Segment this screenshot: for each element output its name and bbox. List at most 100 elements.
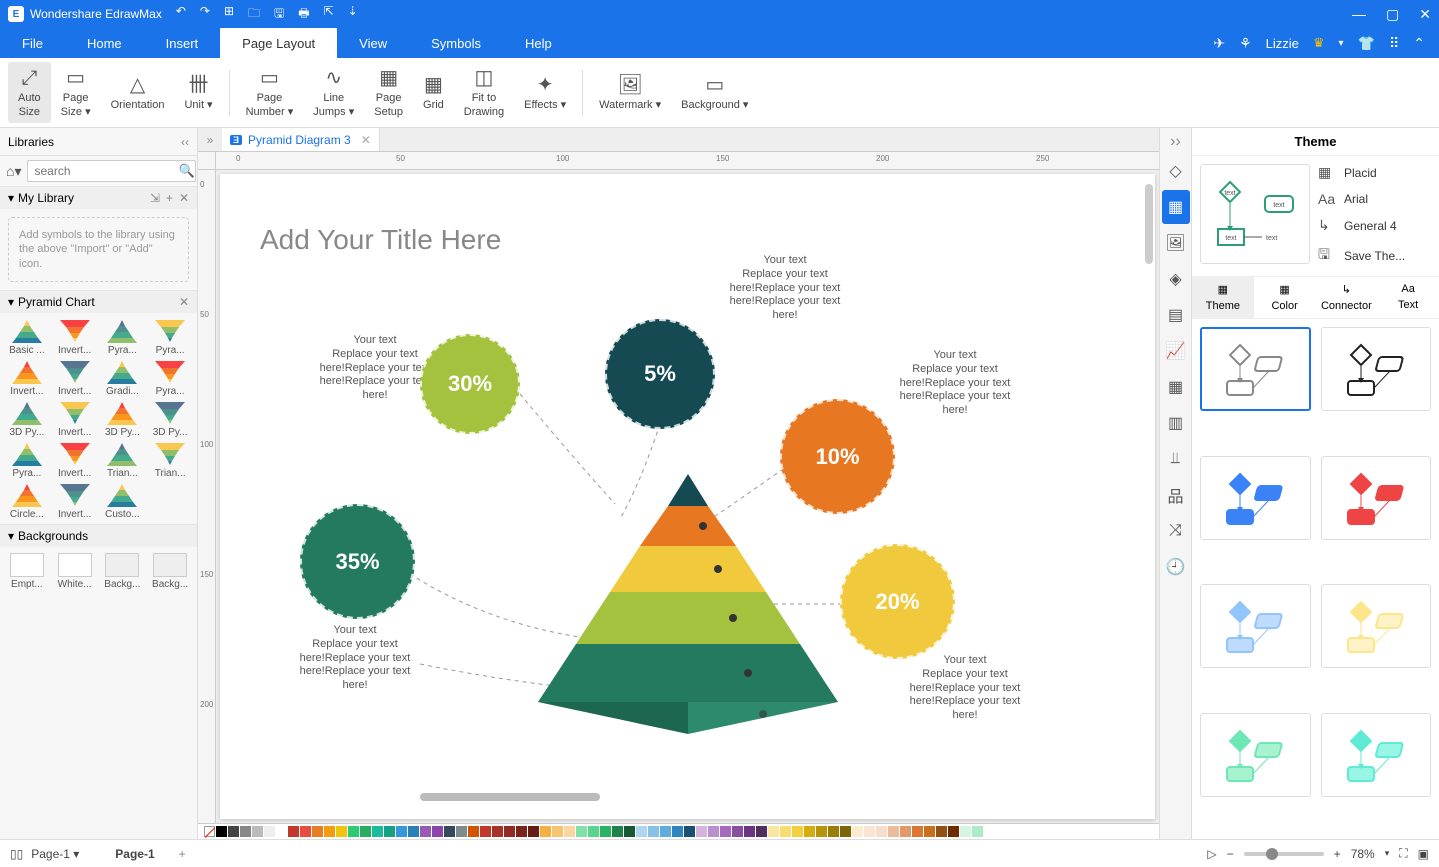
export-icon[interactable]: ⇱ bbox=[324, 4, 334, 25]
ribbon-grid[interactable]: ▦Grid bbox=[413, 69, 454, 116]
library-shape[interactable]: Pyra... bbox=[147, 317, 193, 356]
share-icon[interactable]: ⚘ bbox=[1239, 35, 1252, 52]
color-swatch[interactable] bbox=[708, 826, 719, 837]
annotation-text[interactable]: Your textReplace your text here!Replace … bbox=[890, 349, 1020, 418]
theme-prop-general[interactable]: ↳General 4 bbox=[1318, 217, 1431, 234]
align-icon[interactable]: ⫫ bbox=[1162, 442, 1190, 476]
ribbon-page-size[interactable]: ▭Page Size ▾ bbox=[51, 62, 101, 122]
color-swatch[interactable] bbox=[720, 826, 731, 837]
redo-icon[interactable]: ↷ bbox=[200, 4, 210, 25]
color-swatch[interactable] bbox=[948, 826, 959, 837]
ribbon-auto-size[interactable]: ⤢Auto Size bbox=[8, 62, 51, 122]
color-swatch[interactable] bbox=[300, 826, 311, 837]
shuffle-icon[interactable]: ⤨ bbox=[1162, 514, 1190, 548]
close-icon[interactable]: ✕ bbox=[1419, 6, 1431, 23]
color-swatch[interactable] bbox=[888, 826, 899, 837]
menu-page-layout[interactable]: Page Layout bbox=[220, 28, 337, 58]
ribbon-watermark[interactable]: 🖼Watermark ▾ bbox=[589, 69, 671, 116]
library-shape[interactable]: Basic ... bbox=[4, 317, 50, 356]
theme-thumbnail[interactable] bbox=[1321, 456, 1432, 540]
color-swatch[interactable] bbox=[768, 826, 779, 837]
add-page-icon[interactable]: + bbox=[179, 847, 186, 861]
qat-more-icon[interactable]: ⇣ bbox=[348, 4, 358, 25]
color-swatch[interactable] bbox=[576, 826, 587, 837]
color-swatch[interactable] bbox=[972, 826, 983, 837]
color-swatch[interactable] bbox=[252, 826, 263, 837]
color-swatch[interactable] bbox=[228, 826, 239, 837]
ribbon-page-number[interactable]: ▭Page Number ▾ bbox=[236, 62, 304, 122]
pyramid-shape[interactable] bbox=[508, 474, 868, 734]
theme-prop-font[interactable]: AaArial bbox=[1318, 191, 1431, 207]
user-name[interactable]: Lizzie bbox=[1266, 36, 1299, 51]
color-swatch[interactable] bbox=[432, 826, 443, 837]
vertical-scrollbar[interactable] bbox=[1145, 184, 1153, 264]
color-swatch[interactable] bbox=[912, 826, 923, 837]
color-swatch[interactable] bbox=[504, 826, 515, 837]
color-swatch[interactable] bbox=[396, 826, 407, 837]
color-swatch[interactable] bbox=[588, 826, 599, 837]
annotation-text[interactable]: Your textReplace your text here!Replace … bbox=[900, 654, 1030, 723]
play-icon[interactable]: ▷ bbox=[1207, 847, 1216, 861]
theme-thumbnail[interactable] bbox=[1200, 327, 1311, 411]
save-icon[interactable]: 🖫 bbox=[274, 4, 284, 25]
color-swatch[interactable] bbox=[804, 826, 815, 837]
theme-tab-text[interactable]: AaText bbox=[1377, 277, 1439, 318]
theme-thumbnail[interactable] bbox=[1321, 584, 1432, 668]
open-icon[interactable]: 🗀 bbox=[248, 4, 260, 25]
send-icon[interactable]: ✈ bbox=[1213, 35, 1225, 52]
library-home-icon[interactable]: ⌂▾ bbox=[6, 163, 21, 180]
theme-thumbnail[interactable] bbox=[1200, 584, 1311, 668]
horizontal-scrollbar[interactable] bbox=[420, 793, 600, 801]
library-search-input[interactable] bbox=[27, 160, 196, 182]
color-swatch[interactable] bbox=[732, 826, 743, 837]
color-swatch[interactable] bbox=[960, 826, 971, 837]
color-swatch[interactable] bbox=[852, 826, 863, 837]
ribbon-background[interactable]: ▭Background ▾ bbox=[671, 69, 758, 116]
tabstrip-collapse-icon[interactable]: » bbox=[198, 133, 222, 147]
library-shape[interactable]: Invert... bbox=[52, 358, 98, 397]
color-swatch[interactable] bbox=[684, 826, 695, 837]
image-icon[interactable]: 🖼 bbox=[1162, 226, 1190, 260]
ribbon-unit[interactable]: 卌Unit ▾ bbox=[174, 69, 222, 116]
menu-view[interactable]: View bbox=[337, 28, 409, 58]
hierarchy-icon[interactable]: 品 bbox=[1162, 478, 1190, 512]
annotation-text[interactable]: Your textReplace your text here!Replace … bbox=[720, 254, 850, 323]
table-icon[interactable]: ▦ bbox=[1162, 370, 1190, 404]
library-shape[interactable]: Invert... bbox=[52, 399, 98, 438]
color-swatch[interactable] bbox=[612, 826, 623, 837]
zoom-in-icon[interactable]: + bbox=[1334, 847, 1341, 861]
annotation-text[interactable]: Your textReplace your text here!Replace … bbox=[290, 624, 420, 693]
color-swatch[interactable] bbox=[288, 826, 299, 837]
color-swatch[interactable] bbox=[780, 826, 791, 837]
color-swatch[interactable] bbox=[744, 826, 755, 837]
library-shape[interactable]: Pyra... bbox=[100, 317, 146, 356]
tab-close-icon[interactable]: ✕ bbox=[361, 133, 371, 147]
color-swatch[interactable] bbox=[636, 826, 647, 837]
library-shape[interactable]: 3D Py... bbox=[147, 399, 193, 438]
collapse-right-icon[interactable]: ›› bbox=[1162, 132, 1190, 152]
color-swatch[interactable] bbox=[864, 826, 875, 837]
color-swatch[interactable] bbox=[600, 826, 611, 837]
library-shape[interactable]: 3D Py... bbox=[4, 399, 50, 438]
ribbon-orientation[interactable]: △Orientation bbox=[101, 69, 175, 116]
background-thumb[interactable]: Backg... bbox=[147, 551, 193, 590]
canvas-page[interactable]: Add Your Title Here Your textReplace you… bbox=[220, 174, 1155, 819]
bubble-5[interactable]: 5% bbox=[605, 319, 715, 429]
color-swatch[interactable] bbox=[564, 826, 575, 837]
apps-icon[interactable]: ⠿ bbox=[1389, 35, 1399, 52]
theme-thumbnail[interactable] bbox=[1200, 456, 1311, 540]
chevron-down-icon[interactable]: ▾ bbox=[1339, 38, 1344, 49]
tshirt-icon[interactable]: 👕 bbox=[1358, 35, 1375, 52]
library-shape[interactable]: Pyra... bbox=[147, 358, 193, 397]
fullscreen-icon[interactable]: ▣ bbox=[1418, 847, 1429, 861]
ribbon-effects[interactable]: ✦Effects ▾ bbox=[514, 69, 576, 116]
menu-insert[interactable]: Insert bbox=[144, 28, 221, 58]
background-thumb[interactable]: Empt... bbox=[4, 551, 50, 590]
ribbon-line-jumps[interactable]: ∿Line Jumps ▾ bbox=[303, 62, 364, 122]
color-swatch[interactable] bbox=[444, 826, 455, 837]
library-shape[interactable]: Trian... bbox=[147, 440, 193, 479]
color-swatch[interactable] bbox=[276, 826, 287, 837]
color-swatch[interactable] bbox=[900, 826, 911, 837]
theme-prop-save[interactable]: 🖫Save The... bbox=[1318, 244, 1431, 268]
menu-symbols[interactable]: Symbols bbox=[409, 28, 503, 58]
